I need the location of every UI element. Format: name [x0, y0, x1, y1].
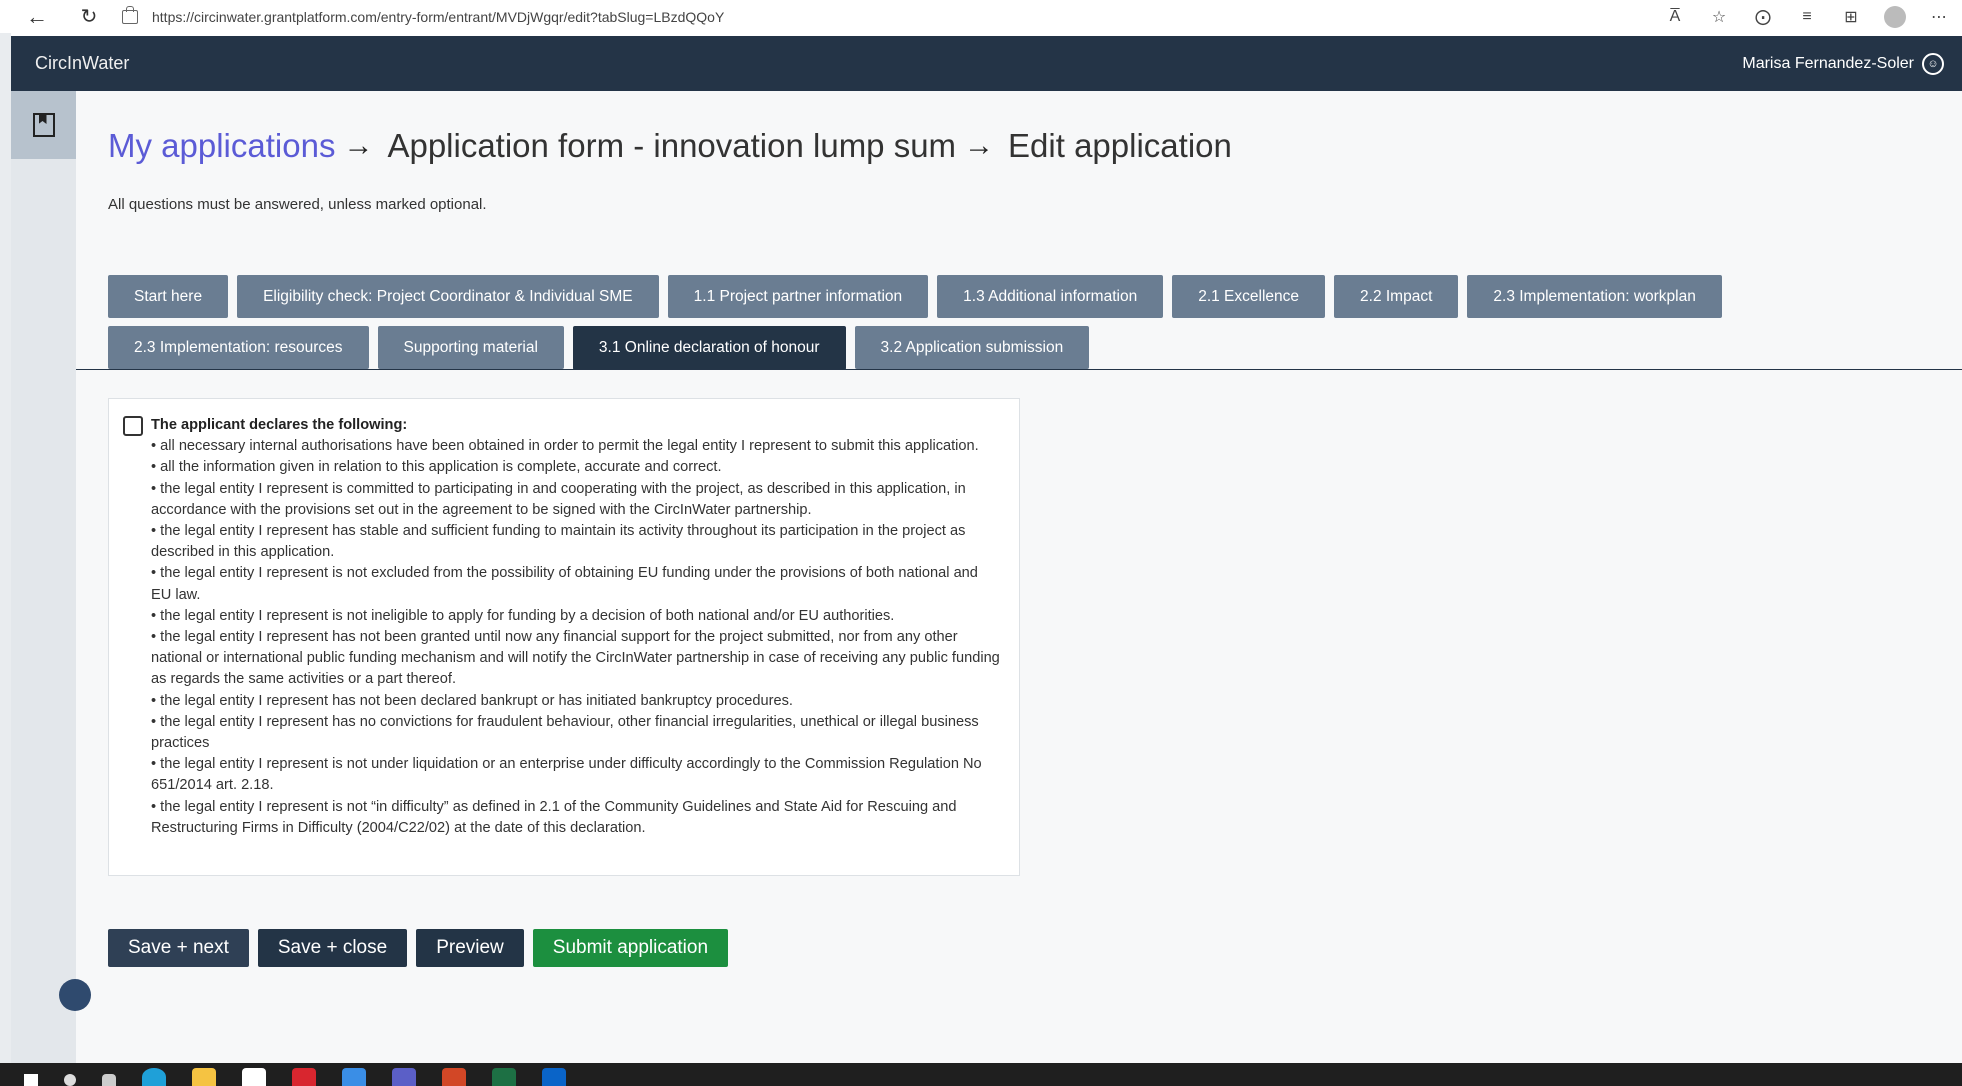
- breadcrumb-arrow-icon: →: [964, 129, 995, 162]
- reload-icon[interactable]: ↻: [74, 2, 104, 32]
- declaration-item: • all the information given in relation …: [151, 459, 722, 476]
- declaration-panel: The applicant declares the following: • …: [108, 398, 1020, 876]
- more-menu-icon[interactable]: ⋯: [1928, 7, 1950, 27]
- sidebar: [11, 91, 76, 1063]
- tab-supporting-material[interactable]: Supporting material: [377, 326, 564, 369]
- amazon-icon[interactable]: [242, 1068, 266, 1086]
- declaration-item: • the legal entity I represent has no co…: [151, 713, 979, 752]
- tab-start-here[interactable]: Start here: [108, 275, 229, 318]
- tab-eligibility-check[interactable]: Eligibility check: Project Coordinator &…: [237, 275, 659, 318]
- os-taskbar: [0, 1063, 1962, 1086]
- tab-additional-information[interactable]: 1.3 Additional information: [937, 275, 1164, 318]
- url-text[interactable]: https://circinwater.grantplatform.com/en…: [152, 9, 724, 25]
- task-view-icon[interactable]: [102, 1074, 116, 1086]
- tab-underline: [76, 369, 1962, 370]
- declaration-text: The applicant declares the following: • …: [151, 415, 1001, 839]
- page-title: Edit application: [1008, 127, 1232, 164]
- tab-application-submission[interactable]: 3.2 Application submission: [854, 326, 1090, 369]
- save-next-button[interactable]: Save + next: [108, 929, 249, 967]
- outlook-icon[interactable]: [542, 1068, 566, 1086]
- declaration-item: • the legal entity I represent has not b…: [151, 629, 1000, 688]
- windows-start-icon[interactable]: [24, 1074, 38, 1086]
- back-arrow-icon[interactable]: ←: [22, 2, 52, 32]
- search-icon[interactable]: [64, 1074, 76, 1086]
- window-left-edge: [0, 33, 11, 1063]
- read-aloud-icon[interactable]: A̅: [1664, 8, 1686, 26]
- sidebar-applications-button[interactable]: [11, 91, 76, 159]
- declaration-checkbox[interactable]: [123, 416, 143, 436]
- breadcrumb-form-title: Application form - innovation lump sum: [387, 127, 957, 164]
- declaration-item: • the legal entity I represent has not b…: [151, 692, 793, 709]
- preview-button[interactable]: Preview: [416, 929, 524, 967]
- bookmark-icon: [32, 113, 55, 137]
- excel-icon[interactable]: [492, 1068, 516, 1086]
- favorites-icon[interactable]: ≡: [1796, 8, 1818, 26]
- tab-implementation-resources[interactable]: 2.3 Implementation: resources: [108, 326, 369, 369]
- submit-application-button[interactable]: Submit application: [532, 929, 729, 967]
- collections-icon[interactable]: ⊞: [1840, 7, 1862, 27]
- tab-implementation-workplan[interactable]: 2.3 Implementation: workplan: [1467, 275, 1722, 318]
- user-name[interactable]: Marisa Fernandez-Soler: [1742, 55, 1914, 73]
- edge-browser-icon[interactable]: [142, 1068, 166, 1086]
- breadcrumb: My applications → Application form - inn…: [108, 127, 1232, 165]
- tab-project-partner-information[interactable]: 1.1 Project partner information: [667, 275, 929, 318]
- address-bar[interactable]: https://circinwater.grantplatform.com/en…: [122, 4, 724, 30]
- declaration-item: • the legal entity I represent is not “i…: [151, 798, 957, 836]
- cloud-app-icon[interactable]: [292, 1068, 316, 1086]
- profile-avatar-icon[interactable]: [1884, 5, 1906, 28]
- form-actions: Save + next Save + close Preview Submit …: [108, 929, 729, 967]
- tab-online-declaration-of-honour[interactable]: 3.1 Online declaration of honour: [572, 326, 846, 370]
- declaration-item: • the legal entity I represent is not in…: [151, 607, 895, 624]
- user-menu[interactable]: Marisa Fernandez-Soler ☺: [1742, 52, 1944, 75]
- powerpoint-icon[interactable]: [442, 1068, 466, 1086]
- tab-excellence[interactable]: 2.1 Excellence: [1172, 275, 1326, 318]
- add-favorite-icon[interactable]: ☆: [1708, 7, 1730, 27]
- file-explorer-icon[interactable]: [192, 1068, 216, 1086]
- declaration-title[interactable]: The applicant declares the following:: [151, 415, 1001, 436]
- tab-impact[interactable]: 2.2 Impact: [1334, 275, 1459, 318]
- teams-icon[interactable]: [392, 1068, 416, 1086]
- browser-actions: A̅ ☆ ⨀ ≡ ⊞ ⋯: [1664, 0, 1962, 33]
- brand-name[interactable]: CircInWater: [35, 53, 129, 74]
- browser-toolbar: ← ↻ https://circinwater.grantplatform.co…: [0, 0, 1962, 33]
- app-header: CircInWater Marisa Fernandez-Soler ☺: [11, 36, 1962, 91]
- declaration-item: • the legal entity I represent is not ex…: [151, 565, 978, 603]
- floating-help-button[interactable]: [59, 979, 91, 1011]
- declaration-item: • the legal entity I represent is commit…: [151, 480, 966, 518]
- store-icon[interactable]: [342, 1068, 366, 1086]
- user-avatar-icon[interactable]: ☺: [1922, 52, 1944, 75]
- save-close-button[interactable]: Save + close: [257, 929, 408, 967]
- breadcrumb-arrow-icon: →: [343, 129, 374, 162]
- declaration-item: • the legal entity I represent has stabl…: [151, 523, 966, 561]
- declaration-item: • the legal entity I represent is not un…: [151, 756, 982, 794]
- breadcrumb-my-applications-link[interactable]: My applications: [108, 127, 335, 165]
- declaration-item: • all necessary internal authorisations …: [151, 438, 979, 455]
- main-content: My applications → Application form - inn…: [76, 91, 1962, 1063]
- tab-bar-row-2: 2.3 Implementation: resources Supporting…: [108, 326, 1090, 370]
- page-info-icon[interactable]: [122, 5, 138, 24]
- tab-bar-row-1: Start here Eligibility check: Project Co…: [108, 275, 1722, 318]
- form-hint: All questions must be answered, unless m…: [108, 196, 487, 213]
- extensions-icon[interactable]: ⨀: [1752, 7, 1774, 27]
